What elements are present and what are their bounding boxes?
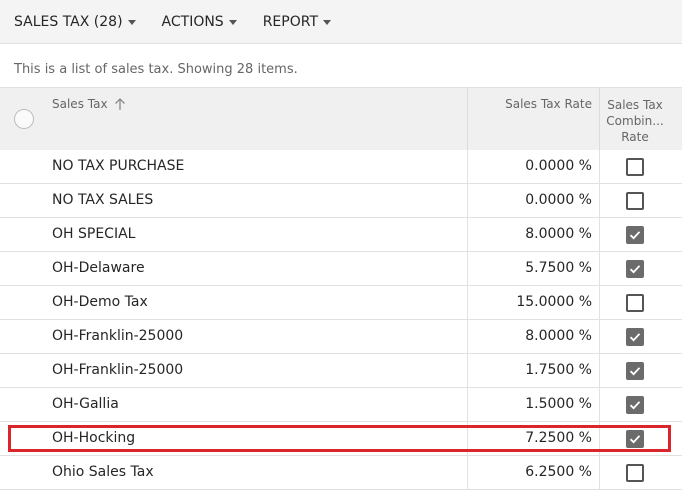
sales-tax-name-cell: OH-Gallia [52, 396, 119, 412]
cell-divider [467, 320, 468, 354]
sales-tax-rate-cell: 0.0000 % [525, 192, 592, 208]
sales-tax-rate-cell: 5.7500 % [525, 260, 592, 276]
combined-rate-checkbox[interactable] [626, 158, 644, 176]
sales-tax-rate-cell: 1.7500 % [525, 362, 592, 378]
table-row[interactable]: OH-Franklin-25000 1.7500 % [0, 354, 682, 388]
sales-tax-rate-cell: 1.5000 % [525, 396, 592, 412]
sales-tax-name-cell: NO TAX PURCHASE [52, 158, 185, 174]
cell-divider [599, 456, 600, 490]
table-row[interactable]: OH SPECIAL 8.0000 % [0, 218, 682, 252]
sales-tax-name-cell: OH SPECIAL [52, 226, 136, 242]
chevron-down-icon [228, 19, 237, 25]
combined-rate-checkbox[interactable] [626, 328, 644, 346]
cell-divider [599, 184, 600, 218]
sales-tax-rate-cell: 15.0000 % [516, 294, 592, 310]
combined-rate-checkbox[interactable] [626, 192, 644, 210]
cell-divider [467, 286, 468, 320]
table-row[interactable]: OH-Hocking 7.2500 % [0, 422, 682, 456]
table-row[interactable]: Ohio Sales Tax 6.2500 % [0, 456, 682, 490]
cell-divider [599, 150, 600, 184]
cell-divider [467, 184, 468, 218]
chevron-down-icon [323, 19, 331, 25]
report-menu-button[interactable]: REPORT [263, 14, 331, 30]
table-row[interactable]: OH-Delaware 5.7500 % [0, 252, 682, 286]
column-divider[interactable] [467, 88, 468, 150]
combined-rate-checkbox[interactable] [626, 226, 644, 244]
checkmark-icon [629, 265, 641, 274]
sales-tax-name-cell: OH-Delaware [52, 260, 145, 276]
sales-tax-name-cell: OH-Franklin-25000 [52, 362, 184, 378]
table-row[interactable]: OH-Franklin-25000 8.0000 % [0, 320, 682, 354]
cell-divider [467, 252, 468, 286]
table-row[interactable]: NO TAX SALES 0.0000 % [0, 184, 682, 218]
actions-menu-button[interactable]: ACTIONS [162, 14, 237, 30]
cell-divider [467, 354, 468, 388]
checkmark-icon [629, 435, 641, 444]
list-info-text: This is a list of sales tax. Showing 28 … [14, 62, 298, 77]
cell-divider [467, 218, 468, 252]
sales-tax-menu-button[interactable]: SALES TAX (28) [14, 14, 136, 30]
table-body: NO TAX PURCHASE 0.0000 % NO TAX SALES 0.000… [0, 150, 682, 490]
sales-tax-name-cell: OH-Demo Tax [52, 294, 148, 310]
cell-divider [599, 388, 600, 422]
cell-divider [599, 320, 600, 354]
sales-tax-rate-cell: 8.0000 % [525, 328, 592, 344]
table-row[interactable]: OH-Demo Tax 15.0000 % [0, 286, 682, 320]
table-row[interactable]: NO TAX PURCHASE 0.0000 % [0, 150, 682, 184]
actions-menu-label: ACTIONS [161, 13, 224, 30]
column-header-sales-tax[interactable]: Sales Tax [52, 97, 126, 111]
combined-rate-checkbox[interactable] [626, 396, 644, 414]
sales-tax-name-cell: OH-Franklin-25000 [52, 328, 184, 344]
combined-rate-checkbox[interactable] [626, 294, 644, 312]
checkmark-icon [629, 231, 641, 240]
cell-divider [599, 218, 600, 252]
table-header: Sales Tax Sales Tax Rate Sales Tax Combi… [0, 87, 682, 151]
cell-divider [467, 422, 468, 456]
checkmark-icon [629, 367, 641, 376]
sales-tax-name-cell: Ohio Sales Tax [52, 464, 154, 480]
cell-divider [467, 150, 468, 184]
cell-divider [467, 388, 468, 422]
select-all-radio[interactable] [14, 109, 34, 129]
column-header-combined-rate[interactable]: Sales Tax Combin... Rate [600, 97, 670, 145]
sales-tax-rate-cell: 6.2500 % [525, 464, 592, 480]
combined-rate-checkbox[interactable] [626, 430, 644, 448]
cell-divider [599, 422, 600, 456]
sales-tax-rate-cell: 0.0000 % [525, 158, 592, 174]
combined-rate-checkbox[interactable] [626, 464, 644, 482]
sort-ascending-icon [114, 98, 125, 110]
cell-divider [467, 456, 468, 490]
sales-tax-name-cell: NO TAX SALES [52, 192, 154, 208]
cell-divider [599, 286, 600, 320]
combined-rate-checkbox[interactable] [626, 260, 644, 278]
column-header-sales-tax-label: Sales Tax [52, 97, 108, 111]
sales-tax-menu-label: SALES TAX (28) [14, 13, 123, 30]
column-header-combined-line2: Combin... [606, 114, 664, 128]
chevron-down-icon [127, 19, 136, 25]
toolbar: SALES TAX (28) ACTIONS REPORT [0, 0, 682, 44]
sales-tax-name-cell: OH-Hocking [52, 430, 136, 446]
sales-tax-rate-cell: 7.2500 % [525, 430, 592, 446]
checkmark-icon [629, 333, 641, 342]
combined-rate-checkbox[interactable] [626, 362, 644, 380]
column-header-combined-line3: Rate [621, 130, 649, 144]
column-header-combined-line1: Sales Tax [607, 98, 663, 112]
cell-divider [599, 354, 600, 388]
column-header-sales-tax-rate[interactable]: Sales Tax Rate [505, 97, 592, 111]
cell-divider [599, 252, 600, 286]
table-row[interactable]: OH-Gallia 1.5000 % [0, 388, 682, 422]
checkmark-icon [629, 401, 641, 410]
sales-tax-rate-cell: 8.0000 % [525, 226, 592, 242]
report-menu-label: REPORT [262, 13, 318, 30]
